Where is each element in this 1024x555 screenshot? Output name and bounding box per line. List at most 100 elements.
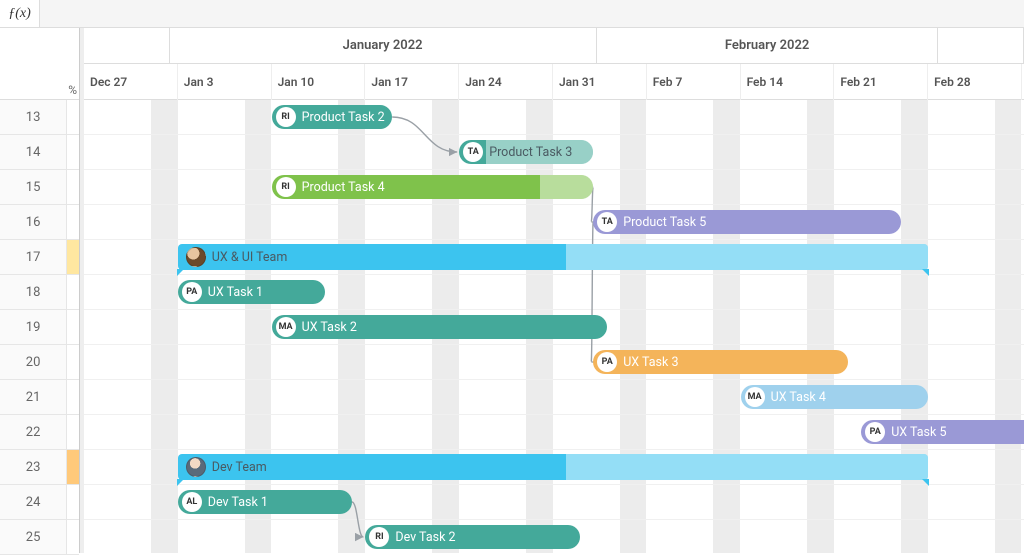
gantt-timeline[interactable]: January 2022 February 2022 Dec 27 Jan 3 Jan… <box>80 28 1024 553</box>
row-header[interactable]: 24 <box>0 485 79 520</box>
assignee-badge: MA <box>745 387 765 407</box>
row-header[interactable]: 20 <box>0 345 79 380</box>
row-header-column: % 13141516171819202122232425 <box>0 28 80 553</box>
month-header: February 2022 <box>597 28 939 63</box>
row-number: 20 <box>0 345 67 379</box>
row-strip <box>67 450 79 484</box>
row-header[interactable]: 22 <box>0 415 79 450</box>
month-label: February 2022 <box>725 38 809 53</box>
week-header: Feb 14 <box>741 64 835 100</box>
row-strip <box>67 415 79 449</box>
assignee-badge: TA <box>463 142 483 162</box>
task-label: UX & UI Team <box>212 250 288 265</box>
row-header[interactable]: 13 <box>0 100 79 135</box>
fx-button[interactable]: ƒ(x) <box>0 0 40 27</box>
percent-label: % <box>68 83 77 97</box>
month-header <box>84 28 170 63</box>
row-strip <box>67 205 79 239</box>
gantt-task-bar[interactable]: TA Product Task 3 <box>459 140 593 164</box>
row-header[interactable]: 14 <box>0 135 79 170</box>
week-header: Jan 10 <box>272 64 366 100</box>
row-number: 25 <box>0 520 67 554</box>
row-strip <box>67 170 79 204</box>
month-label: January 2022 <box>343 38 423 53</box>
row-number: 16 <box>0 205 67 239</box>
task-label: Product Task 5 <box>623 215 706 230</box>
task-label: Dev Task 2 <box>395 530 455 545</box>
task-label: Dev Team <box>212 460 267 475</box>
gantt-task-bar[interactable]: PA UX Task 3 <box>593 350 848 374</box>
week-label: Feb 28 <box>934 75 970 89</box>
week-label: Feb 21 <box>840 75 876 89</box>
gantt-task-bar[interactable]: PAUX Task 1 <box>178 280 325 304</box>
fx-label: ƒ(x) <box>8 6 31 22</box>
assignee-badge: PA <box>597 352 617 372</box>
gantt-group-bar[interactable]: UX & UI Team <box>178 244 928 270</box>
week-label: Jan 31 <box>559 75 596 89</box>
week-label: Jan 10 <box>278 75 315 89</box>
gantt-group-bar[interactable]: Dev Team <box>178 454 928 480</box>
week-header: Jan 17 <box>365 64 459 100</box>
assignee-badge: RI <box>369 527 389 547</box>
timeline-body[interactable]: RI Product Task 2 TA Product Task 3 RI Produc… <box>84 100 1024 553</box>
avatar-icon <box>186 247 206 267</box>
row-strip <box>67 485 79 519</box>
task-label: Dev Task 1 <box>208 495 268 510</box>
row-header[interactable]: 19 <box>0 310 79 345</box>
gantt-task-bar[interactable]: AL Dev Task 1 <box>178 490 352 514</box>
assignee-badge: AL <box>182 492 202 512</box>
row-header[interactable]: 15 <box>0 170 79 205</box>
gantt-task-bar[interactable]: RI Product Task 2 <box>272 105 393 129</box>
month-header: January 2022 <box>170 28 597 63</box>
row-strip <box>67 310 79 344</box>
row-number: 23 <box>0 450 67 484</box>
assignee-badge: RI <box>276 107 296 127</box>
week-header: Jan 3 <box>178 64 272 100</box>
row-strip <box>67 135 79 169</box>
row-strip <box>67 380 79 414</box>
row-strip <box>67 345 79 379</box>
week-header: Jan 24 <box>459 64 553 100</box>
gantt-task-bar[interactable]: MA UX Task 4 <box>741 385 929 409</box>
week-label: Jan 17 <box>371 75 408 89</box>
row-header[interactable]: 16 <box>0 205 79 240</box>
row-number: 15 <box>0 170 67 204</box>
gantt-task-bar[interactable]: RI Dev Task 2 <box>365 525 579 549</box>
gantt-task-bar[interactable]: PAUX Task 5 <box>861 420 1024 444</box>
week-header: Jan 31 <box>553 64 647 100</box>
avatar-icon <box>186 457 206 477</box>
row-number: 22 <box>0 415 67 449</box>
row-number: 18 <box>0 275 67 309</box>
row-header[interactable]: 18 <box>0 275 79 310</box>
task-label: UX Task 4 <box>771 390 826 405</box>
task-label: Product Task 2 <box>302 110 385 125</box>
week-label: Dec 27 <box>90 75 127 89</box>
row-header[interactable]: 23 <box>0 450 79 485</box>
assignee-badge: RI <box>276 177 296 197</box>
week-label: Feb 14 <box>747 75 783 89</box>
row-number: 21 <box>0 380 67 414</box>
row-strip <box>67 100 79 134</box>
week-header: Feb 7 <box>647 64 741 100</box>
week-header: Feb 28 <box>928 64 1022 100</box>
task-label: UX Task 2 <box>302 320 357 335</box>
row-header[interactable]: 25 <box>0 520 79 555</box>
week-header: Feb 21 <box>834 64 928 100</box>
gantt-task-bar[interactable]: TA Product Task 5 <box>593 210 901 234</box>
row-header[interactable]: 17 <box>0 240 79 275</box>
task-label: Product Task 4 <box>302 180 385 195</box>
task-label: Product Task 3 <box>489 145 572 160</box>
assignee-badge: MA <box>276 317 296 337</box>
month-header <box>938 28 1024 63</box>
week-label: Jan 3 <box>184 75 214 89</box>
row-number: 19 <box>0 310 67 344</box>
task-label: UX Task 3 <box>623 355 678 370</box>
row-header[interactable]: 21 <box>0 380 79 415</box>
formula-bar: ƒ(x) <box>0 0 1024 28</box>
gantt-task-bar[interactable]: MA UX Task 2 <box>272 315 607 339</box>
row-number: 14 <box>0 135 67 169</box>
assignee-badge: TA <box>597 212 617 232</box>
row-number: 17 <box>0 240 67 274</box>
week-label: Feb 7 <box>653 75 683 89</box>
gantt-task-bar[interactable]: RI Product Task 4 <box>272 175 594 199</box>
